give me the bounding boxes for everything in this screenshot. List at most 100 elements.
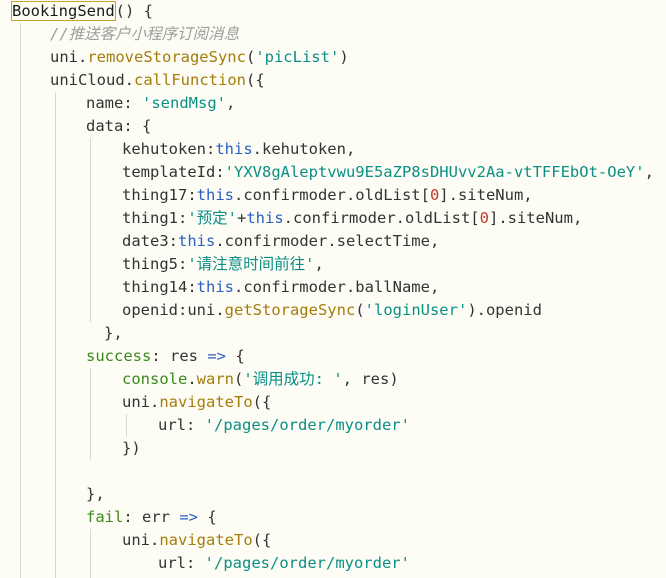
code-line-5[interactable]: name: 'sendMsg', xyxy=(86,92,666,115)
code-string: '预定' xyxy=(187,209,237,227)
code-token: thing5: xyxy=(122,255,188,273)
code-line-3[interactable]: uni.removeStorageSync('picList') xyxy=(50,46,666,69)
code-line-4[interactable]: uniCloud.callFunction({ xyxy=(50,69,666,92)
code-token: name: xyxy=(86,94,142,112)
indent-guide xyxy=(90,368,91,460)
code-method: getStorageSync xyxy=(224,301,356,319)
code-token: ).openid xyxy=(467,301,542,319)
code-string: '调用成功: ' xyxy=(243,370,343,388)
code-property: success xyxy=(86,347,152,365)
code-method: navigateTo xyxy=(159,531,253,549)
code-token: }, xyxy=(86,485,105,503)
code-line-13[interactable]: thing14:this.confirmoder.ballName, xyxy=(122,276,666,299)
code-line-8[interactable]: templateId:'YXV8gAleptvwu9E5aZP8sDHUvv2A… xyxy=(122,161,666,184)
code-editor[interactable]: BookingSend() { //推送客户小程序订阅消息 uni.remove… xyxy=(0,0,666,578)
code-token: ({ xyxy=(252,531,272,549)
code-line-14[interactable]: openid:uni.getStorageSync('loginUser').o… xyxy=(122,299,666,322)
code-line-20[interactable]: }) xyxy=(122,437,666,460)
code-line-24[interactable]: uni.navigateTo({ xyxy=(122,529,666,552)
code-number: 0 xyxy=(429,186,440,204)
code-line-25[interactable]: url: '/pages/order/myorder' xyxy=(158,552,666,575)
code-token: .confirmoder.selectTime, xyxy=(215,232,440,250)
code-token: url: xyxy=(158,554,205,572)
code-token: url: xyxy=(158,416,205,434)
code-console: console xyxy=(122,370,188,388)
code-string: 'picList' xyxy=(255,48,340,66)
code-token: templateId: xyxy=(122,163,225,181)
code-token: }, xyxy=(104,324,123,342)
indent-guide xyxy=(55,92,56,578)
code-token: , xyxy=(644,163,654,181)
code-line-10[interactable]: thing1:'预定'+this.confirmoder.oldList[0].… xyxy=(122,207,666,230)
code-token: () { xyxy=(115,2,153,20)
code-token: .confirmoder.oldList[ xyxy=(283,209,480,227)
code-method: navigateTo xyxy=(159,393,253,411)
code-token: .confirmoder.ballName, xyxy=(233,278,440,296)
code-token: , xyxy=(226,94,236,112)
code-line-7[interactable]: kehutoken:this.kehutoken, xyxy=(122,138,666,161)
code-token: ) xyxy=(339,48,349,66)
code-property: fail xyxy=(86,508,124,526)
code-token: ( xyxy=(355,301,365,319)
code-string: 'YXV8gAleptvwu9E5aZP8sDHUvv2Aa-vtTFFEbOt… xyxy=(224,163,645,181)
code-line-23[interactable]: fail: err => { xyxy=(86,506,666,529)
code-token: thing17: xyxy=(122,186,197,204)
code-token: { xyxy=(198,508,217,526)
code-line-18[interactable]: uni.navigateTo({ xyxy=(122,391,666,414)
code-token: openid:uni. xyxy=(122,301,225,319)
code-token: .confirmoder.oldList[ xyxy=(233,186,430,204)
code-token: ({ xyxy=(245,71,265,89)
code-token: date3: xyxy=(122,232,178,250)
code-token: + xyxy=(237,209,247,227)
function-name[interactable]: BookingSend xyxy=(11,1,116,21)
code-token: data: { xyxy=(86,117,152,135)
code-string: 'loginUser' xyxy=(364,301,468,319)
code-line-16[interactable]: success: res => { xyxy=(86,345,666,368)
code-token: , xyxy=(314,255,324,273)
code-token: uni. xyxy=(122,531,160,549)
code-number: 0 xyxy=(479,209,489,227)
code-keyword: this xyxy=(196,278,234,296)
code-line-21[interactable] xyxy=(86,460,666,483)
code-arrow: => xyxy=(179,508,198,526)
code-token: }) xyxy=(122,439,141,457)
code-token: ({ xyxy=(252,393,272,411)
code-line-22[interactable]: }, xyxy=(86,483,666,506)
code-line-19[interactable]: url: '/pages/order/myorder' xyxy=(158,414,666,437)
code-string: 'sendMsg' xyxy=(142,94,226,112)
code-method: removeStorageSync xyxy=(87,48,246,66)
code-string: '/pages/order/myorder' xyxy=(204,416,410,434)
code-keyword: this xyxy=(196,186,234,204)
indent-guide xyxy=(90,529,91,578)
code-method: warn xyxy=(196,370,234,388)
code-line-2[interactable]: //推送客户小程序订阅消息 xyxy=(50,23,666,46)
code-token: thing1: xyxy=(122,209,188,227)
code-token: : res xyxy=(151,347,208,365)
indent-guide xyxy=(90,138,91,322)
code-line-9[interactable]: thing17:this.confirmoder.oldList[0].site… xyxy=(122,184,666,207)
code-line-6[interactable]: data: { xyxy=(86,115,666,138)
code-line-17[interactable]: console.warn('调用成功: ', res) xyxy=(122,368,666,391)
code-token: ].siteNum, xyxy=(488,209,583,227)
indent-guide xyxy=(126,414,127,437)
code-token: ( xyxy=(245,48,256,66)
code-token: ( xyxy=(234,370,244,388)
indent-guide xyxy=(20,23,21,578)
code-token: thing14: xyxy=(122,278,197,296)
code-string: '请注意时间前往' xyxy=(187,255,315,273)
code-token: , res) xyxy=(342,370,399,388)
code-line-12[interactable]: thing5:'请注意时间前往', xyxy=(122,253,666,276)
code-line-11[interactable]: date3:this.confirmoder.selectTime, xyxy=(122,230,666,253)
code-keyword: this xyxy=(246,209,284,227)
code-token: { xyxy=(226,347,245,365)
code-token: uniCloud. xyxy=(50,71,134,89)
code-line-1[interactable]: BookingSend() { xyxy=(11,0,666,23)
code-token: uni. xyxy=(122,393,160,411)
code-method: callFunction xyxy=(134,71,246,89)
code-token: .kehutoken, xyxy=(252,140,356,158)
code-line-15[interactable]: }, xyxy=(104,322,666,345)
code-token: uni. xyxy=(50,48,88,66)
code-token: kehutoken: xyxy=(122,140,216,158)
code-token: : err xyxy=(123,508,180,526)
code-token: . xyxy=(187,370,197,388)
